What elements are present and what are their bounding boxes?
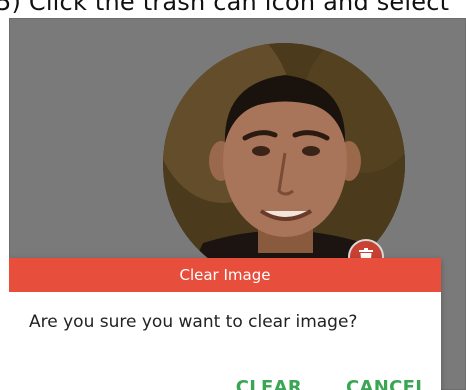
dialog-title: Clear Image [9,258,441,292]
instruction-text: 5) Click the trash can icon and select [0,0,450,16]
cancel-button[interactable]: CANCEL [346,377,427,390]
app-screen-overlay: Clear Image Are you sure you want to cle… [9,18,466,390]
clear-image-dialog: Clear Image Are you sure you want to cle… [9,258,441,390]
clear-button[interactable]: CLEAR [236,377,302,390]
dialog-actions: CLEAR CANCEL [236,377,427,390]
dialog-message: Are you sure you want to clear image? [29,312,358,332]
page: 5) Click the trash can icon and select C… [0,0,466,390]
